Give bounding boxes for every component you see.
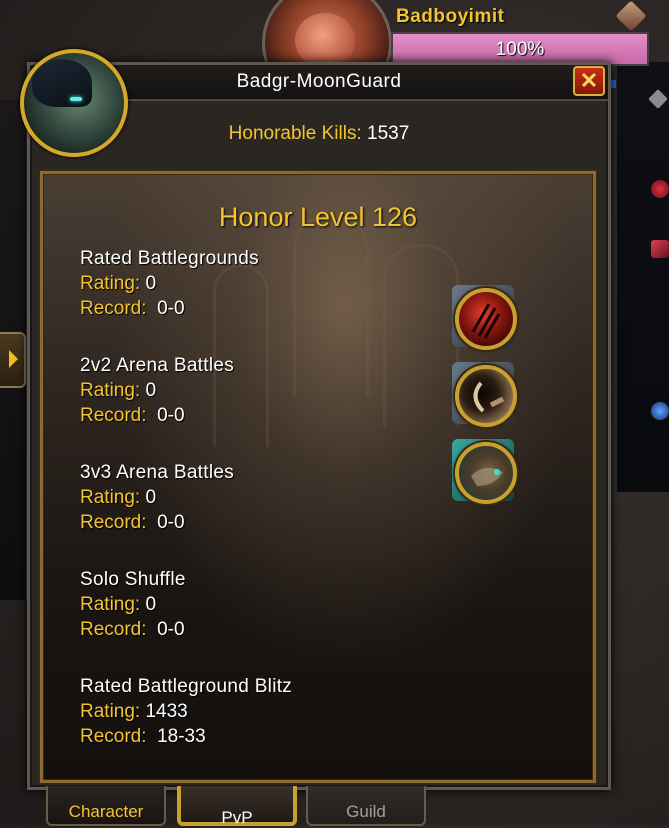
rating-label: Rating: (80, 487, 141, 508)
rating-row: Rating: 1433 (80, 701, 292, 726)
rating-row: Rating: 0 (80, 380, 234, 405)
record-row: Record: 18-33 (80, 726, 292, 751)
rating-label: Rating: (80, 273, 141, 294)
target-health-bar: 100% (391, 32, 649, 66)
bracket-2v2-arena: 2v2 Arena Battles Rating: 0 Record: 0-0 (80, 355, 234, 430)
target-portrait-face (295, 13, 355, 68)
expand-arrow-button[interactable] (0, 332, 26, 388)
rating-row: Rating: 0 (80, 594, 186, 619)
record-label: Record: (80, 298, 147, 319)
pvp-stats-frame: Honor Level 126 Rated Battlegrounds Rati… (40, 171, 596, 783)
target-name: Badboyimit (396, 6, 505, 27)
bracket-rated-battlegrounds: Rated Battlegrounds Rating: 0 Record: 0-… (80, 248, 259, 323)
bracket-name: 2v2 Arena Battles (80, 355, 235, 376)
claw-marks-icon (471, 303, 501, 339)
avatar-eye (70, 97, 82, 101)
inspect-pvp-panel: Badgr-MoonGuard ✕ Honorable Kills: 1537 … (20, 49, 611, 790)
rating-label: Rating: (80, 701, 141, 722)
bracket-name: Rated Battleground Blitz (80, 676, 293, 697)
arena-3v3-medal-icon[interactable] (455, 442, 517, 504)
bracket-rated-blitz: Rated Battleground Blitz Rating: 1433 Re… (80, 676, 292, 751)
background-panel-right (616, 62, 669, 492)
debuff-icon (651, 180, 669, 198)
record-label: Record: (80, 619, 147, 640)
honor-level: Honor Level 126 (218, 202, 418, 232)
record-row: Record: 0-0 (80, 512, 234, 537)
close-button[interactable]: ✕ (573, 66, 605, 96)
honorable-kills-label: Honorable Kills: (228, 123, 362, 144)
buff-icon (651, 240, 669, 258)
aura-icon (651, 402, 669, 420)
avatar-hair (32, 59, 92, 107)
record-value: 18-33 (157, 726, 206, 747)
weapon-icon (615, 0, 647, 32)
record-row: Record: 0-0 (80, 619, 186, 644)
rating-value: 0 (145, 487, 157, 508)
bracket-name: Solo Shuffle (80, 569, 186, 590)
rating-value: 0 (145, 380, 157, 401)
spell-icon (648, 89, 668, 109)
background-arch (383, 244, 459, 427)
bracket-solo-shuffle: Solo Shuffle Rating: 0 Record: 0-0 (80, 569, 186, 644)
record-row: Record: 0-0 (80, 405, 234, 430)
rating-value: 0 (145, 273, 157, 294)
bracket-3v3-arena: 3v3 Arena Battles Rating: 0 Record: 0-0 (80, 462, 234, 537)
rating-value: 0 (145, 594, 157, 615)
record-label: Record: (80, 405, 147, 426)
tab-character[interactable]: Character (46, 786, 166, 826)
record-value: 0-0 (157, 298, 185, 319)
rating-label: Rating: (80, 380, 141, 401)
record-label: Record: (80, 726, 147, 747)
record-value: 0-0 (157, 512, 185, 533)
rating-row: Rating: 0 (80, 487, 234, 512)
background-arch (293, 214, 369, 397)
rating-row: Rating: 0 (80, 273, 259, 298)
crescent-icon (473, 381, 505, 413)
record-label: Record: (80, 512, 147, 533)
rating-label: Rating: (80, 594, 141, 615)
record-value: 0-0 (157, 619, 185, 640)
rating-value: 1433 (145, 701, 188, 722)
record-value: 0-0 (157, 405, 185, 426)
tab-guild[interactable]: Guild (306, 786, 426, 826)
record-row: Record: 0-0 (80, 298, 259, 323)
honorable-kills-row: Honorable Kills: 1537 (30, 123, 608, 145)
rated-battlegrounds-medal-icon[interactable] (455, 288, 517, 350)
tab-pvp[interactable]: PvP (177, 786, 297, 827)
arena-2v2-medal-icon[interactable] (455, 365, 517, 427)
honorable-kills-value: 1537 (367, 123, 410, 144)
bracket-name: Rated Battlegrounds (80, 248, 259, 269)
beast-icon (471, 467, 503, 486)
bracket-name: 3v3 Arena Battles (80, 462, 235, 483)
target-health-text: 100% (495, 39, 545, 60)
